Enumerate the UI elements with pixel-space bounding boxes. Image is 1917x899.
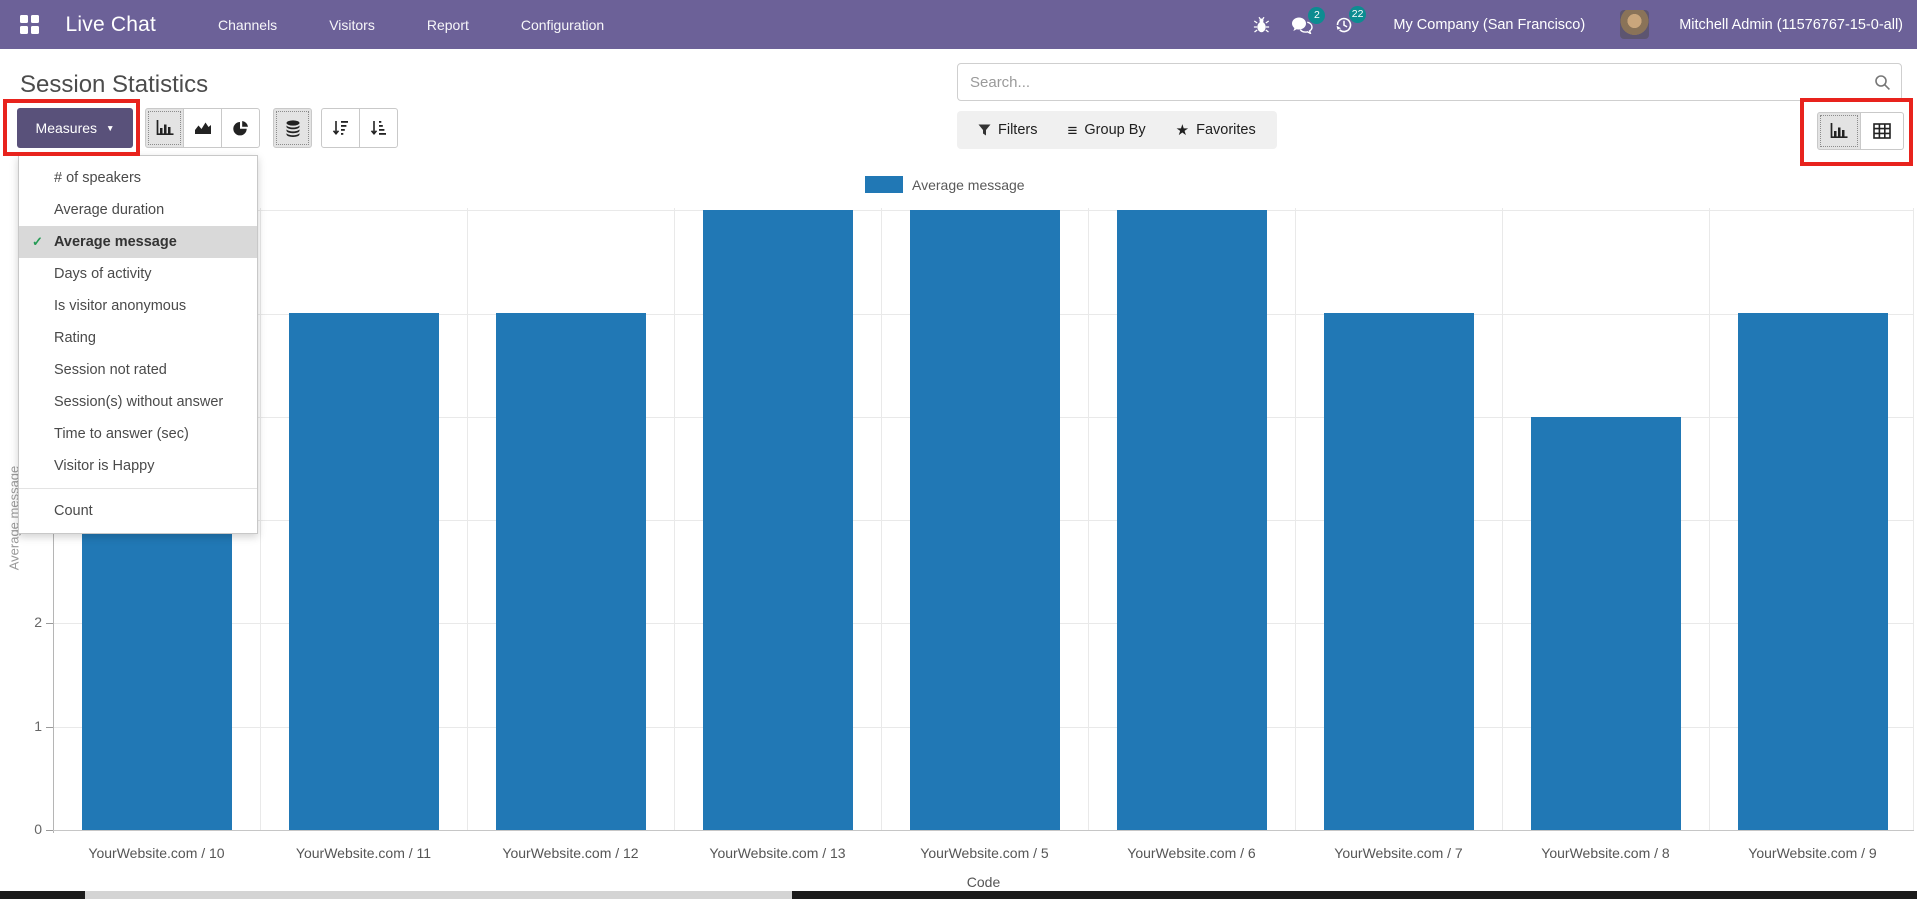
x-axis-line bbox=[53, 830, 1914, 831]
x-tick-label: YourWebsite.com / 8 bbox=[1541, 845, 1670, 861]
bar-1[interactable] bbox=[81, 530, 232, 830]
x-tick-label: YourWebsite.com / 9 bbox=[1748, 845, 1877, 861]
bar-6[interactable] bbox=[1116, 210, 1267, 830]
measure-item[interactable]: Rating bbox=[19, 322, 257, 354]
v-gridline bbox=[881, 208, 882, 830]
x-tick-label: YourWebsite.com / 6 bbox=[1127, 845, 1256, 861]
y-tick-mark bbox=[46, 623, 53, 625]
bar-8[interactable] bbox=[1530, 417, 1681, 830]
x-tick-label: YourWebsite.com / 5 bbox=[920, 845, 1049, 861]
v-gridline bbox=[1709, 208, 1710, 830]
x-axis-title: Code bbox=[966, 874, 1001, 890]
y-tick-label: 0 bbox=[34, 821, 42, 837]
v-gridline bbox=[1913, 208, 1914, 830]
bar-5[interactable] bbox=[909, 210, 1060, 830]
measure-item[interactable]: Session not rated bbox=[19, 354, 257, 386]
measure-item[interactable]: Session(s) without answer bbox=[19, 386, 257, 418]
measures-dropdown: # of speakers Average duration ✓ Average me… bbox=[18, 155, 258, 534]
measure-item[interactable]: Is visitor anonymous bbox=[19, 290, 257, 322]
v-gridline bbox=[1502, 208, 1503, 830]
v-gridline bbox=[1295, 208, 1296, 830]
v-gridline bbox=[674, 208, 675, 830]
legend-label: Average message bbox=[912, 176, 1025, 193]
bar-3[interactable] bbox=[495, 313, 646, 830]
check-icon: ✓ bbox=[32, 234, 43, 249]
x-tick-label: YourWebsite.com / 11 bbox=[295, 845, 432, 861]
v-gridline bbox=[260, 208, 261, 830]
measure-item[interactable]: ✓ Average message bbox=[19, 226, 257, 258]
measure-item[interactable]: # of speakers bbox=[19, 162, 257, 194]
bar-2[interactable] bbox=[288, 313, 439, 830]
bar-7[interactable] bbox=[1323, 313, 1474, 830]
bar-chart: Average message Average message Code 012… bbox=[0, 0, 1917, 899]
measure-item[interactable]: Time to answer (sec) bbox=[19, 418, 257, 450]
y-tick-mark bbox=[46, 726, 53, 728]
dropdown-divider bbox=[19, 488, 257, 489]
chart-legend[interactable]: Average message bbox=[865, 176, 1025, 193]
legend-swatch bbox=[865, 176, 903, 193]
measure-item[interactable]: Days of activity bbox=[19, 258, 257, 290]
y-tick-label: 2 bbox=[34, 614, 42, 631]
x-tick-label: YourWebsite.com / 13 bbox=[709, 845, 846, 861]
v-gridline bbox=[1088, 208, 1089, 830]
x-tick-label: YourWebsite.com / 12 bbox=[502, 845, 639, 861]
y-tick-label: 1 bbox=[34, 717, 42, 734]
v-gridline bbox=[467, 208, 468, 830]
livechat-report-page: Live Chat Channels Visitors Report Configur… bbox=[0, 0, 1917, 899]
x-tick-label: YourWebsite.com / 7 bbox=[1334, 845, 1463, 861]
bar-9[interactable] bbox=[1737, 313, 1888, 830]
bar-4[interactable] bbox=[702, 210, 853, 830]
measure-item[interactable]: Average duration bbox=[19, 194, 257, 226]
measure-item[interactable]: Visitor is Happy bbox=[19, 450, 257, 482]
y-tick-mark bbox=[46, 830, 53, 831]
measure-item-count[interactable]: Count bbox=[19, 495, 257, 527]
x-tick-label: YourWebsite.com / 10 bbox=[88, 845, 225, 861]
